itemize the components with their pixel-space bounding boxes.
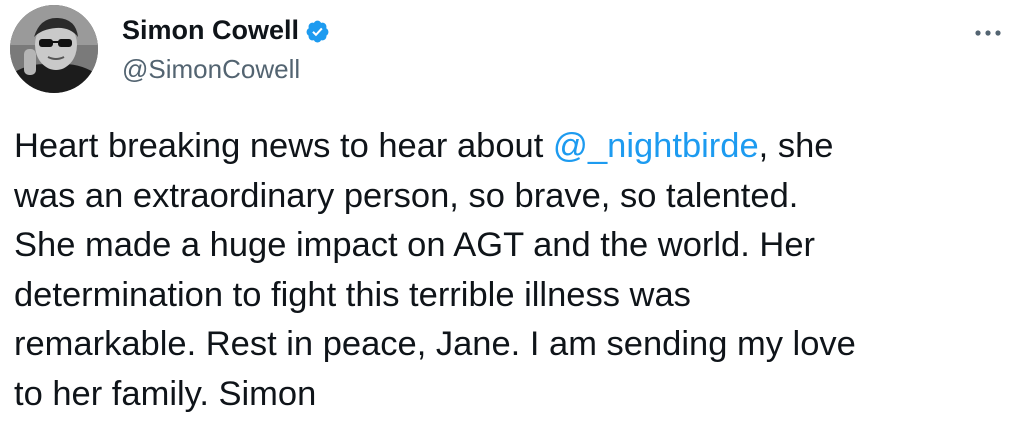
tweet-line: remarkable. Rest in peace, Jane. I am se…: [14, 325, 856, 364]
author-handle[interactable]: @SimonCowell: [122, 54, 300, 84]
tweet-text-segment: , she: [758, 127, 834, 165]
tweet-line: determination to fight this terrible ill…: [14, 275, 691, 314]
more-horizontal-icon: [975, 30, 1001, 36]
verified-badge-icon: [305, 19, 330, 44]
more-options-button[interactable]: [968, 18, 1008, 48]
avatar[interactable]: [10, 5, 98, 93]
tweet-text-segment: Heart breaking news to hear about: [14, 127, 553, 165]
tweet-text: Heart breaking news to hear about @_nigh…: [14, 122, 1009, 420]
tweet-line: She made a huge impact on AGT and the wo…: [14, 226, 815, 265]
mention-link[interactable]: @_nightbirde: [553, 127, 759, 165]
author-display-name[interactable]: Simon Cowell: [122, 13, 299, 47]
tweet-line: to her family. Simon: [14, 374, 317, 413]
tweet-line: was an extraordinary person, so brave, s…: [14, 176, 799, 215]
tweet-line: Heart breaking news to hear about @_nigh…: [14, 122, 1009, 172]
author-name-row[interactable]: Simon Cowell: [122, 13, 330, 47]
avatar-image: [10, 5, 98, 93]
